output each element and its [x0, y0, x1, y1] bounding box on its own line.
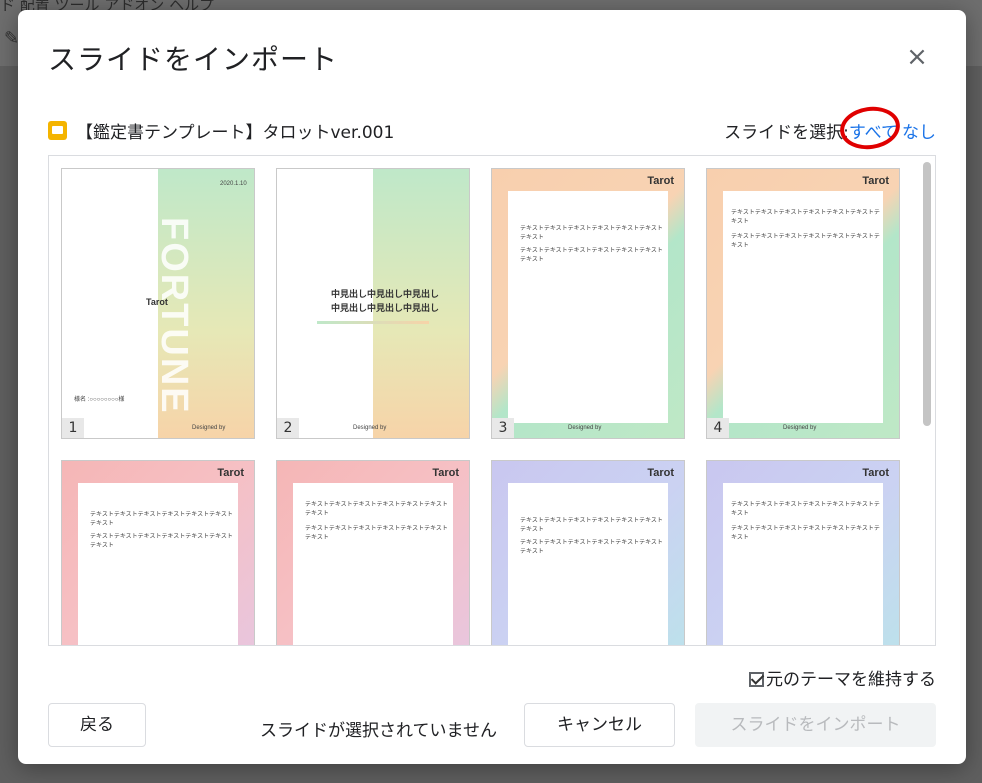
slide-number-3: 3 — [492, 418, 514, 438]
slide-4-body-2: テキストテキストテキストテキストテキストテキストテキスト — [731, 234, 880, 249]
keep-theme-option[interactable]: 元のテーマを維持する — [749, 665, 936, 690]
slide-7-body-2: テキストテキストテキストテキストテキストテキストテキスト — [520, 540, 663, 555]
pen-icon: ✎ — [4, 28, 20, 49]
slide-8-content-frame: テキストテキストテキストテキストテキストテキストテキスト テキストテキストテキス… — [723, 483, 883, 645]
slide-3-footer: Designed by — [568, 425, 602, 431]
slide-thumbnail-8[interactable]: Tarot テキストテキストテキストテキストテキストテキストテキスト テキストテ… — [706, 460, 900, 645]
selection-status: スライドが選択されていません — [260, 721, 497, 741]
slide-8-body: テキストテキストテキストテキストテキストテキストテキスト — [731, 502, 880, 517]
slide-4-body: テキストテキストテキストテキストテキストテキストテキスト — [731, 210, 880, 225]
slide-thumbnail-7[interactable]: Tarot テキストテキストテキストテキストテキストテキストテキスト テキストテ… — [491, 460, 685, 645]
slide-1-subtitle: Tarot — [146, 297, 168, 307]
grid-scrollbar[interactable] — [923, 162, 931, 426]
slide-1-date: 2020.1.10 — [220, 181, 247, 187]
slide-6-content-frame: テキストテキストテキストテキストテキストテキストテキスト テキストテキストテキス… — [293, 483, 453, 645]
red-highlight-annotation — [837, 103, 903, 153]
slide-2-footer: Designed by — [353, 425, 387, 431]
slide-selection-row: スライドを選択:すべて なし — [724, 118, 936, 143]
slide-8-title: Tarot — [862, 467, 889, 479]
slide-5-content-frame: テキストテキストテキストテキストテキストテキストテキスト テキストテキストテキス… — [78, 483, 238, 645]
slide-3-body: テキストテキストテキストテキストテキストテキストテキスト — [520, 226, 663, 241]
slide-6-title: Tarot — [432, 467, 459, 479]
slide-4-footer: Designed by — [783, 425, 817, 431]
select-slides-label: スライドを選択: — [724, 123, 849, 143]
slide-number-2: 2 — [277, 418, 299, 438]
slide-2-divider — [317, 321, 429, 324]
slide-6-body: テキストテキストテキストテキストテキストテキストテキスト — [305, 502, 448, 517]
back-button[interactable]: 戻る — [48, 703, 146, 747]
slide-3-body-2: テキストテキストテキストテキストテキストテキストテキスト — [520, 248, 663, 263]
slide-thumbnail-1[interactable]: 2020.1.10 FORTUNE TELLING Tarot 様名 :○○○○… — [61, 168, 255, 439]
slide-5-body-2: テキストテキストテキストテキストテキストテキストテキスト — [90, 534, 233, 549]
keep-theme-label: 元のテーマを維持する — [766, 670, 936, 690]
close-icon[interactable]: × — [902, 42, 932, 72]
select-none-link[interactable]: なし — [902, 123, 936, 143]
slide-2-heading: 中見出し中見出し中見出し — [331, 289, 440, 299]
slide-5-body: テキストテキストテキストテキストテキストテキストテキスト — [90, 512, 233, 527]
cancel-button[interactable]: キャンセル — [524, 703, 675, 747]
import-slides-button[interactable]: スライドをインポート — [695, 703, 936, 747]
file-name: 【鑑定書テンプレート】タロットver.001 — [76, 123, 395, 143]
import-slides-dialog: スライドをインポート × 【鑑定書テンプレート】タロットver.001 スライド… — [18, 10, 966, 764]
slide-6-body-2: テキストテキストテキストテキストテキストテキストテキスト — [305, 526, 448, 541]
slide-5-title: Tarot — [217, 467, 244, 479]
slide-7-content-frame: テキストテキストテキストテキストテキストテキストテキスト テキストテキストテキス… — [508, 483, 668, 645]
slide-1-footer: Designed by — [192, 425, 226, 431]
slide-thumbnail-4[interactable]: Tarot テキストテキストテキストテキストテキストテキストテキスト テキストテ… — [706, 168, 900, 439]
slide-7-title: Tarot — [647, 467, 674, 479]
slide-thumbnail-5[interactable]: Tarot テキストテキストテキストテキストテキストテキストテキスト テキストテ… — [61, 460, 255, 645]
slide-1-big-text: FORTUNE TELLING — [117, 217, 195, 415]
slide-number-4: 4 — [707, 418, 729, 438]
slide-thumbnail-2[interactable]: 中見出し中見出し中見出し 中見出し中見出し中見出し Designed by 2 — [276, 168, 470, 439]
slide-number-1: 1 — [62, 418, 84, 438]
slide-thumbnail-3[interactable]: Tarot テキストテキストテキストテキストテキストテキストテキスト テキストテ… — [491, 168, 685, 439]
slide-7-body: テキストテキストテキストテキストテキストテキストテキスト — [520, 518, 663, 533]
slide-thumbnail-6[interactable]: Tarot テキストテキストテキストテキストテキストテキストテキスト テキストテ… — [276, 460, 470, 645]
slide-1-name-line: 様名 :○○○○○○○○様 — [74, 397, 125, 403]
slide-thumbnail-grid[interactable]: 2020.1.10 FORTUNE TELLING Tarot 様名 :○○○○… — [48, 155, 936, 646]
dialog-title: スライドをインポート — [48, 43, 339, 76]
slides-file-icon — [48, 121, 67, 140]
slide-3-content-frame: テキストテキストテキストテキストテキストテキストテキスト テキストテキストテキス… — [508, 191, 668, 423]
slide-3-title: Tarot — [647, 175, 674, 187]
slide-4-title: Tarot — [862, 175, 889, 187]
slide-2-heading-2: 中見出し中見出し中見出し — [331, 303, 440, 313]
slide-4-content-frame: テキストテキストテキストテキストテキストテキストテキスト テキストテキストテキス… — [723, 191, 883, 423]
slide-8-body-2: テキストテキストテキストテキストテキストテキストテキスト — [731, 526, 880, 541]
keep-theme-checkbox[interactable] — [749, 672, 764, 687]
